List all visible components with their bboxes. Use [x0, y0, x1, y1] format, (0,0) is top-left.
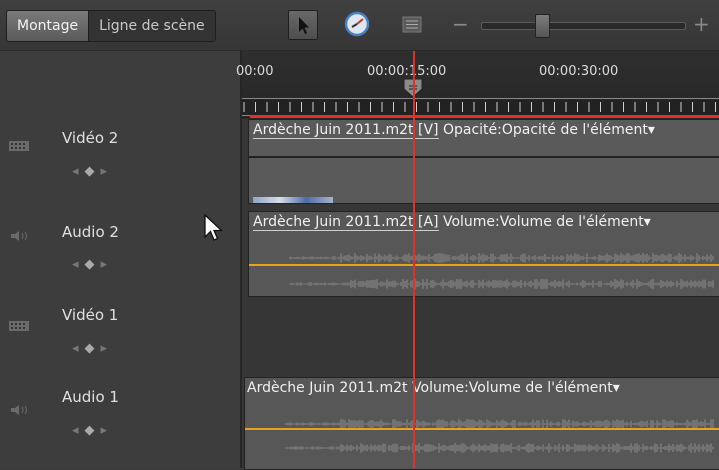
- previous-keyframe-icon[interactable]: ◂: [72, 341, 85, 356]
- toolbar: Montage Ligne de scène − +: [0, 0, 719, 51]
- video-track-icon: [9, 321, 29, 331]
- lane-audio-2: Ardèche Juin 2011.m2t [A] Volume:Volume …: [242, 211, 719, 297]
- clip-label: Ardèche Juin 2011.m2t [V] Opacité:Opacit…: [253, 122, 655, 139]
- volume-line[interactable]: [245, 428, 719, 430]
- waveform-channel: [284, 414, 715, 429]
- lane-video-2: Ardèche Juin 2011.m2t [V] Opacité:Opacit…: [242, 119, 719, 205]
- selection-tool-button[interactable]: [288, 10, 318, 40]
- work-area-bar[interactable]: [250, 115, 719, 118]
- previous-keyframe-icon[interactable]: ◂: [72, 257, 85, 272]
- speaker-icon: [11, 405, 27, 415]
- ruler-tick-marks: [243, 102, 716, 112]
- clip-audio-1[interactable]: Ardèche Juin 2011.m2t Volume:Volume de l…: [244, 377, 719, 470]
- video-thumbnail: [253, 197, 333, 203]
- clip-name: Ardèche Juin 2011.m2t [A]: [253, 214, 439, 231]
- zoom-in-button[interactable]: +: [693, 12, 710, 36]
- add-keyframe-icon[interactable]: ◆: [85, 423, 101, 438]
- previous-keyframe-icon[interactable]: ◂: [72, 423, 85, 438]
- previous-keyframe-icon[interactable]: ◂: [72, 164, 85, 179]
- track-name: Vidéo 1: [62, 306, 119, 324]
- clip-label: Ardèche Juin 2011.m2t Volume:Volume de l…: [247, 380, 620, 396]
- time-ruler[interactable]: 00:00 00:00:15:00 00:00:30:00: [236, 51, 719, 119]
- clip-label: Ardèche Juin 2011.m2t [A] Volume:Volume …: [253, 214, 651, 231]
- track-header-audio-1[interactable]: Audio 1 ◂◆▸: [0, 365, 240, 451]
- time-stretch-button[interactable]: [343, 10, 371, 38]
- track-name: Audio 1: [62, 388, 119, 406]
- lane-video-1[interactable]: [242, 297, 719, 383]
- timecode-label: 00:00:30:00: [539, 64, 619, 79]
- view-tabs: Montage Ligne de scène: [6, 10, 216, 42]
- volume-line[interactable]: [249, 264, 719, 266]
- track-header-video-2[interactable]: Vidéo 2 ◂◆▸: [0, 101, 240, 187]
- opacity-line[interactable]: [249, 156, 719, 158]
- next-keyframe-icon[interactable]: ▸: [101, 341, 114, 356]
- ruler-ticks: [242, 98, 719, 116]
- next-keyframe-icon[interactable]: ▸: [101, 257, 114, 272]
- clip-video-2[interactable]: Ardèche Juin 2011.m2t [V] Opacité:Opacit…: [248, 119, 719, 204]
- clip-audio-2[interactable]: Ardèche Juin 2011.m2t [A] Volume:Volume …: [248, 211, 719, 297]
- keyframe-navigator[interactable]: ◂◆▸: [72, 423, 113, 438]
- keyframe-navigator[interactable]: ◂◆▸: [72, 164, 113, 179]
- clip-effect[interactable]: Volume:Volume de l'élément: [443, 214, 644, 230]
- keyframe-navigator[interactable]: ◂◆▸: [72, 257, 113, 272]
- selection-arrow-icon: [299, 17, 309, 34]
- next-keyframe-icon[interactable]: ▸: [101, 164, 114, 179]
- effect-dropdown-icon[interactable]: ▾: [644, 214, 651, 230]
- waveform-channel: [288, 274, 714, 289]
- add-keyframe-icon[interactable]: ◆: [85, 164, 101, 179]
- playhead-line[interactable]: [413, 51, 415, 468]
- list-view-button[interactable]: [398, 10, 426, 38]
- list-view-icon: [402, 16, 422, 33]
- track-name: Audio 2: [62, 223, 119, 241]
- effect-dropdown-icon[interactable]: ▾: [648, 122, 655, 138]
- zoom-out-button[interactable]: −: [452, 12, 469, 36]
- clip-name: Ardèche Juin 2011.m2t [V]: [253, 122, 439, 139]
- clip-name: Ardèche Juin 2011.m2t: [247, 380, 408, 396]
- next-keyframe-icon[interactable]: ▸: [101, 423, 114, 438]
- zoom-slider[interactable]: [481, 14, 686, 38]
- clock-icon: [344, 11, 370, 37]
- timecode-label: 00:00: [236, 64, 274, 79]
- track-header-video-1[interactable]: Vidéo 1 ◂◆▸: [0, 279, 240, 365]
- add-keyframe-icon[interactable]: ◆: [85, 341, 101, 356]
- track-headers: Vidéo 2 ◂◆▸ Audio 2 ◂◆▸ Vidéo 1 ◂◆▸ Audi…: [0, 51, 242, 468]
- mouse-cursor-icon: [204, 213, 224, 241]
- waveform-channel: [284, 438, 715, 453]
- clip-effect[interactable]: Opacité:Opacité de l'élément: [443, 122, 648, 138]
- zoom-slider-thumb[interactable]: [535, 14, 550, 38]
- add-keyframe-icon[interactable]: ◆: [85, 257, 101, 272]
- keyframe-navigator[interactable]: ◂◆▸: [72, 341, 113, 356]
- speaker-icon: [11, 231, 27, 241]
- waveform-channel: [288, 248, 714, 263]
- effect-dropdown-icon[interactable]: ▾: [613, 380, 620, 396]
- track-name: Vidéo 2: [62, 129, 119, 147]
- clip-effect[interactable]: Volume:Volume de l'élément: [412, 380, 613, 396]
- lane-audio-1: Ardèche Juin 2011.m2t Volume:Volume de l…: [242, 377, 719, 470]
- tab-ligne-de-scene[interactable]: Ligne de scène: [89, 11, 215, 41]
- video-track-icon: [9, 141, 29, 151]
- tab-montage[interactable]: Montage: [7, 11, 90, 41]
- timeline-panel[interactable]: 00:00 00:00:15:00 00:00:30:00 Ardèche Ju…: [236, 51, 719, 470]
